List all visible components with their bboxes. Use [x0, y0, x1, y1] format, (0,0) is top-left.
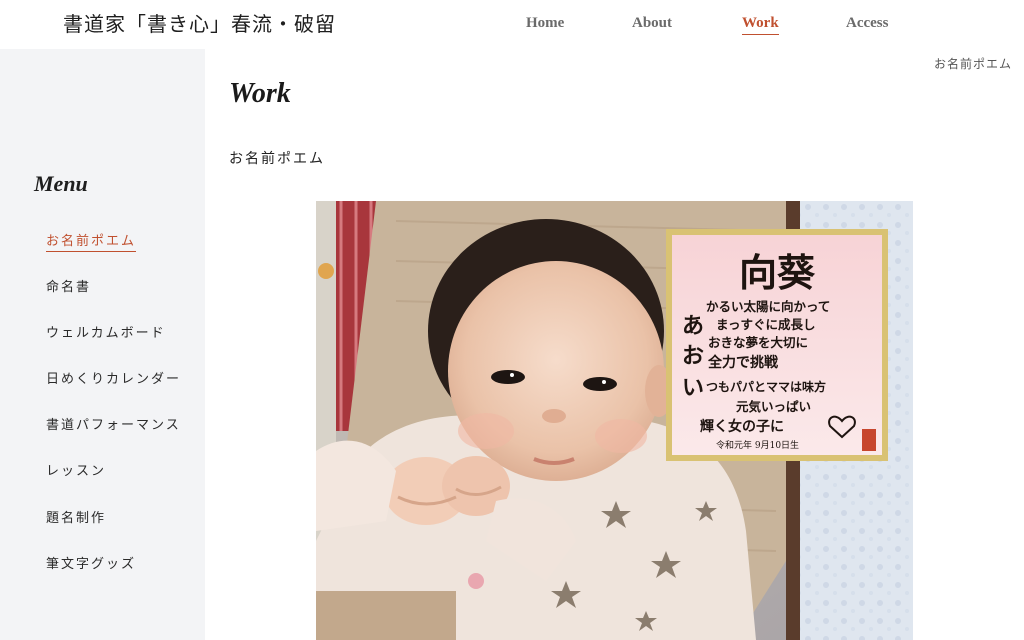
site-header: 書道家「書き心」春流・破留 Home About Work Access [0, 0, 1024, 49]
sidebar-item-title-production[interactable]: 題名制作 [46, 507, 106, 528]
nav-access[interactable]: Access [846, 15, 888, 34]
sidebar-item-performance[interactable]: 書道パフォーマンス [46, 414, 181, 435]
sidebar-item-lesson[interactable]: レッスン [46, 460, 106, 481]
board-name: 向葵 [739, 250, 816, 295]
sidebar-item-name-poem[interactable]: お名前ポエム [46, 230, 137, 252]
work-photo: 向葵 あ お い かるい太陽に向かって まっすぐに成長し おきな夢を大切に 全力… [316, 201, 913, 640]
board-line-6: 元気いっぱい [736, 399, 811, 414]
breadcrumb: お名前ポエム [933, 57, 1012, 71]
main-nav: Home About Work Access [0, 15, 1024, 45]
board-line-7: 輝く女の子に [700, 418, 784, 435]
sidebar-item-daily-calendar[interactable]: 日めくりカレンダー [46, 368, 181, 389]
board-line-1: かるい太陽に向かって [706, 299, 830, 314]
baby-photo-illustration: 向葵 あ お い かるい太陽に向かって まっすぐに成長し おきな夢を大切に 全力… [316, 201, 913, 640]
sidebar-item-naming-document[interactable]: 命名書 [46, 276, 91, 297]
sidebar-item-goods[interactable]: 筆文字グッズ [46, 553, 136, 574]
nav-about[interactable]: About [632, 15, 672, 34]
sidebar: Menu [0, 49, 205, 640]
board-date: 令和元年 9月10日生 [716, 439, 799, 451]
menu-heading: Menu [34, 171, 88, 196]
board-initial-i: い [682, 375, 704, 401]
nav-home[interactable]: Home [526, 15, 564, 34]
board-line-3: おきな夢を大切に [708, 335, 808, 350]
board-line-4: 全力で挑戦 [707, 354, 779, 371]
nav-work[interactable]: Work [742, 15, 779, 35]
board-line-2: まっすぐに成長し [716, 317, 816, 332]
page-title: Work [229, 78, 291, 109]
section-title: お名前ポエム [229, 151, 325, 167]
seal-stamp [862, 429, 876, 451]
sidebar-item-welcome-board[interactable]: ウェルカムボード [46, 322, 166, 343]
board-initial-o: お [682, 343, 704, 369]
board-initial-a: あ [682, 313, 704, 339]
board-line-5: つもパパとママは味方 [706, 379, 826, 394]
